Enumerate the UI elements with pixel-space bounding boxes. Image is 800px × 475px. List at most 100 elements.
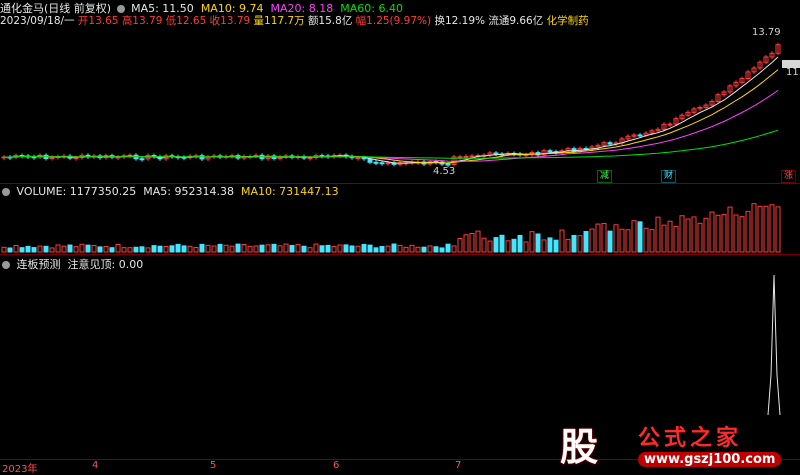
volume-bar: [679, 215, 685, 253]
volume-bar: [775, 206, 781, 253]
volume-bar: [319, 245, 325, 253]
volume-bar: [283, 243, 289, 253]
volume-bar: [517, 234, 523, 253]
volume-bar: [607, 230, 613, 253]
volume-bar: [619, 228, 625, 253]
volume-bar: [193, 247, 199, 253]
volume-bar: [223, 244, 229, 253]
volume-bar: [643, 227, 649, 253]
volume-bar: [553, 239, 559, 253]
volume-bar: [751, 203, 757, 253]
candle-body: [385, 162, 391, 165]
moving-average-line: [3, 129, 779, 159]
volume-bar: [133, 246, 139, 253]
volume-bar: [169, 245, 175, 253]
volume-bar: [505, 240, 511, 253]
volume-bar: [511, 238, 517, 253]
axis-label-may: 5: [210, 460, 217, 471]
candle-body: [547, 150, 553, 153]
volume-bar: [367, 244, 373, 253]
volume-bar: [61, 245, 67, 253]
volume-bar: [745, 210, 751, 253]
rise-tag[interactable]: 涨: [781, 170, 797, 183]
volume-bar: [157, 245, 163, 253]
volume-chart[interactable]: [0, 184, 800, 254]
volume-bar: [331, 245, 337, 253]
axis-label-jul: 7: [455, 460, 462, 471]
volume-bar: [121, 247, 127, 253]
volume-bar: [451, 245, 457, 253]
volume-bar: [481, 237, 487, 253]
volume-bar: [463, 234, 469, 253]
volume-bar: [175, 243, 181, 253]
volume-bar: [691, 216, 697, 253]
volume-bar: [211, 245, 217, 253]
volume-bar: [151, 245, 157, 253]
volume-bar: [655, 216, 661, 253]
volume-bar: [385, 245, 391, 253]
candle-body: [607, 142, 613, 145]
volume-bar: [55, 244, 61, 253]
finance-tag[interactable]: 财: [661, 170, 677, 183]
volume-bar: [523, 241, 529, 253]
volume-bar: [1, 246, 7, 253]
volume-bar: [115, 243, 121, 253]
volume-bar: [727, 206, 733, 253]
volume-bar: [583, 231, 589, 253]
volume-bar: [289, 244, 295, 253]
high-price-label: 13.79: [752, 27, 781, 38]
volume-bar: [661, 224, 667, 253]
volume-bar: [475, 230, 481, 253]
volume-bar: [181, 245, 187, 253]
volume-bar: [7, 247, 13, 253]
volume-bar: [493, 237, 499, 253]
volume-bar: [343, 244, 349, 253]
volume-bar: [613, 224, 619, 253]
candle-body: [469, 155, 475, 158]
volume-bar: [487, 240, 493, 253]
volume-bar: [565, 238, 571, 253]
low-price-label: 4.53: [433, 166, 456, 177]
reduce-tag[interactable]: 减: [597, 170, 613, 183]
watermark-url[interactable]: www.gszj100.com: [638, 452, 782, 467]
volume-bar: [103, 246, 109, 253]
indicator-spike-line: [767, 274, 781, 416]
volume-bar: [109, 247, 115, 253]
volume-bar: [229, 245, 235, 253]
volume-bar: [271, 243, 277, 253]
right-price-label: 11.4: [786, 67, 800, 78]
volume-bar: [187, 245, 193, 253]
volume-bar: [697, 222, 703, 253]
volume-bar: [145, 247, 151, 253]
candlestick-chart[interactable]: [0, 0, 800, 183]
volume-bar: [253, 245, 259, 253]
volume-bar: [37, 245, 43, 253]
volume-bar: [757, 205, 763, 253]
volume-bar: [589, 228, 595, 253]
volume-bar: [355, 245, 361, 253]
candle-body: [637, 134, 643, 137]
volume-bar: [313, 243, 319, 253]
volume-bar: [571, 234, 577, 253]
volume-bar: [529, 231, 535, 253]
volume-bar: [85, 244, 91, 253]
volume-bar: [127, 247, 133, 253]
volume-bar: [19, 247, 25, 253]
volume-bar: [673, 225, 679, 253]
volume-bar: [265, 244, 271, 253]
volume-bar: [601, 223, 607, 253]
candle-body: [73, 157, 79, 160]
volume-bar: [631, 220, 637, 253]
volume-bar: [31, 247, 37, 253]
volume-bar: [715, 214, 721, 253]
candle-body: [355, 157, 361, 160]
volume-bar: [139, 246, 145, 253]
volume-bar: [427, 245, 433, 253]
volume-bar: [397, 244, 403, 253]
volume-bar: [79, 243, 85, 253]
volume-bar: [577, 235, 583, 253]
volume-bar: [73, 246, 79, 253]
volume-bar: [649, 229, 655, 253]
volume-bar: [421, 246, 427, 253]
watermark: 股 公式之家 www.gszj100.com: [552, 414, 800, 475]
